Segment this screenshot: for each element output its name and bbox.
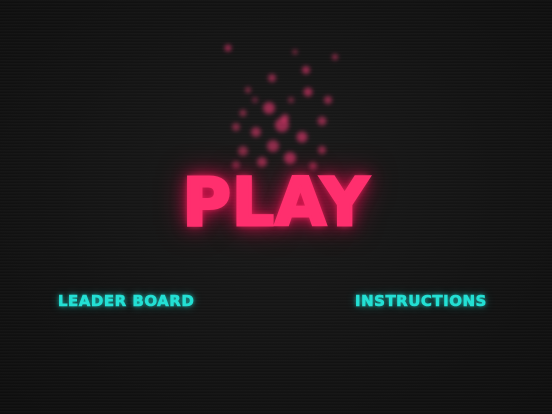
particle xyxy=(281,114,289,122)
particle xyxy=(252,97,258,103)
leaderboard-button[interactable]: LEADER BOARD xyxy=(58,290,194,312)
particle xyxy=(267,140,279,152)
particle xyxy=(275,118,289,132)
play-button[interactable]: PLAY xyxy=(170,162,382,244)
particle xyxy=(268,74,276,82)
instructions-button[interactable]: INSTRUCTIONS xyxy=(355,290,487,312)
particle xyxy=(318,146,326,154)
particle xyxy=(245,87,251,93)
particle xyxy=(324,96,332,104)
main-menu-screen: PLAY LEADER BOARD INSTRUCTIONS xyxy=(0,0,552,414)
particle xyxy=(238,146,248,156)
particle xyxy=(288,97,294,103)
particle xyxy=(232,123,240,131)
particle xyxy=(292,49,298,55)
particle xyxy=(224,44,232,52)
particle xyxy=(332,54,338,60)
particle xyxy=(239,109,247,117)
particle xyxy=(251,127,261,137)
particle xyxy=(317,116,327,126)
particle xyxy=(263,102,275,114)
particle xyxy=(302,66,310,74)
particle xyxy=(303,87,313,97)
particle xyxy=(296,131,308,143)
